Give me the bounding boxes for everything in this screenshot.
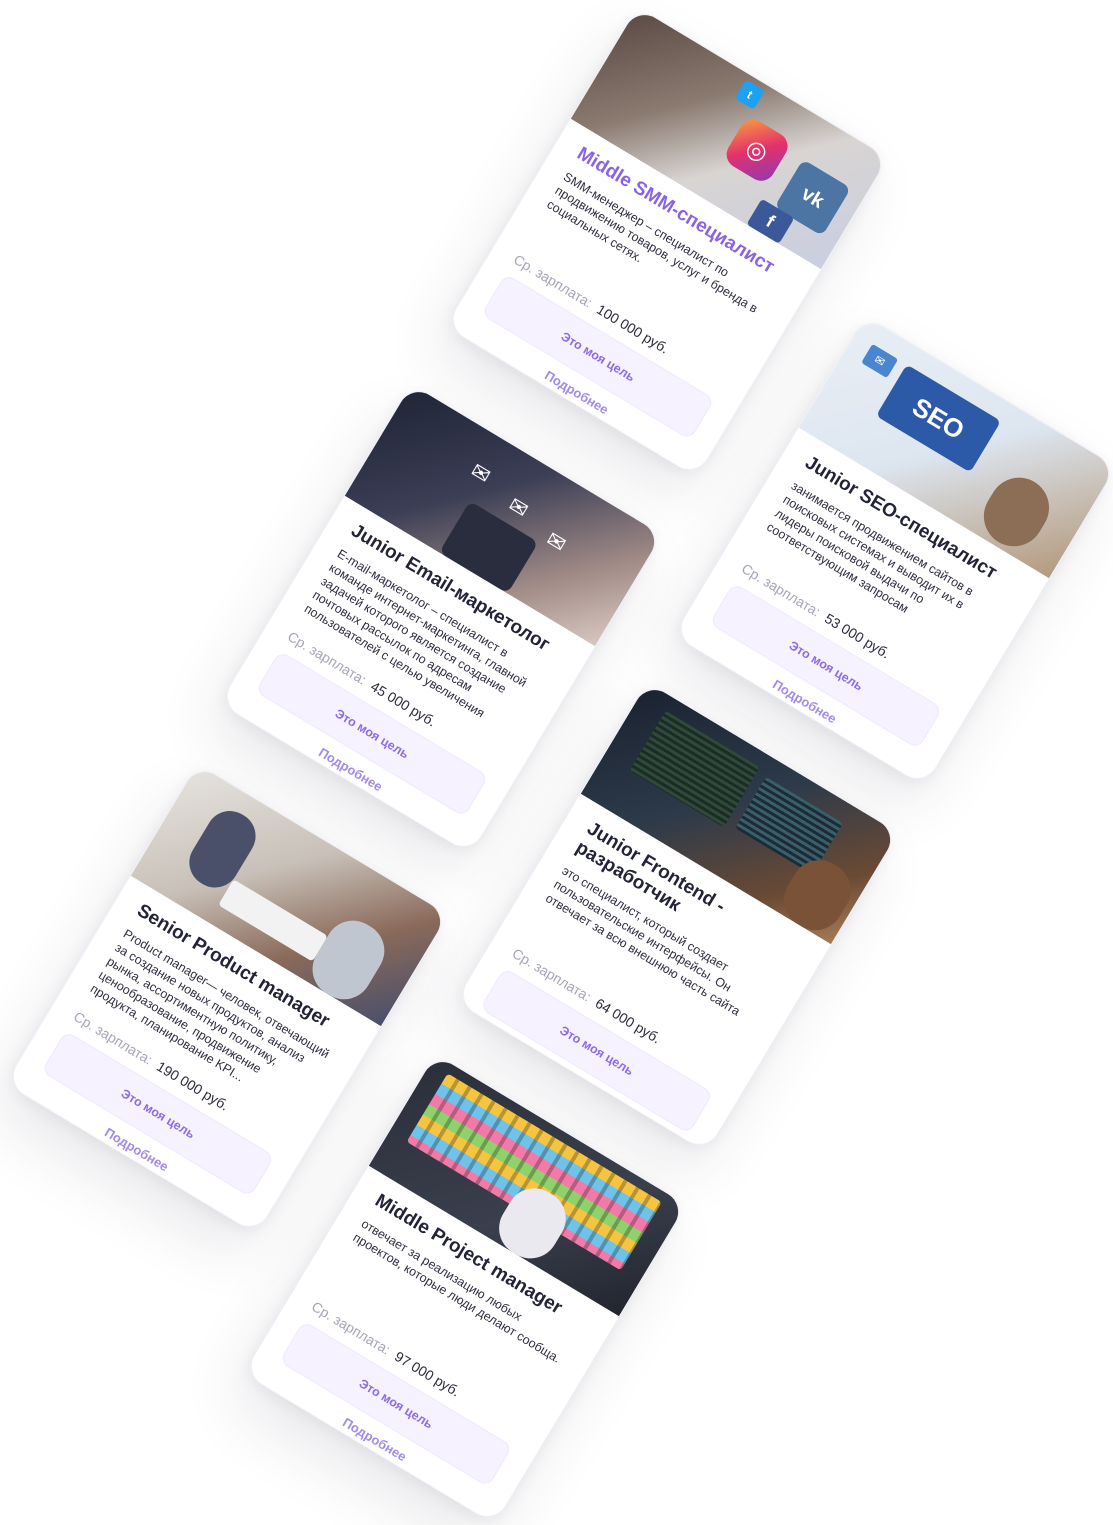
cards-stage: ◎ vk t f Middle SMM-специалист SMM-менед… bbox=[0, 0, 1113, 1525]
seo-text: SEO bbox=[907, 391, 970, 446]
